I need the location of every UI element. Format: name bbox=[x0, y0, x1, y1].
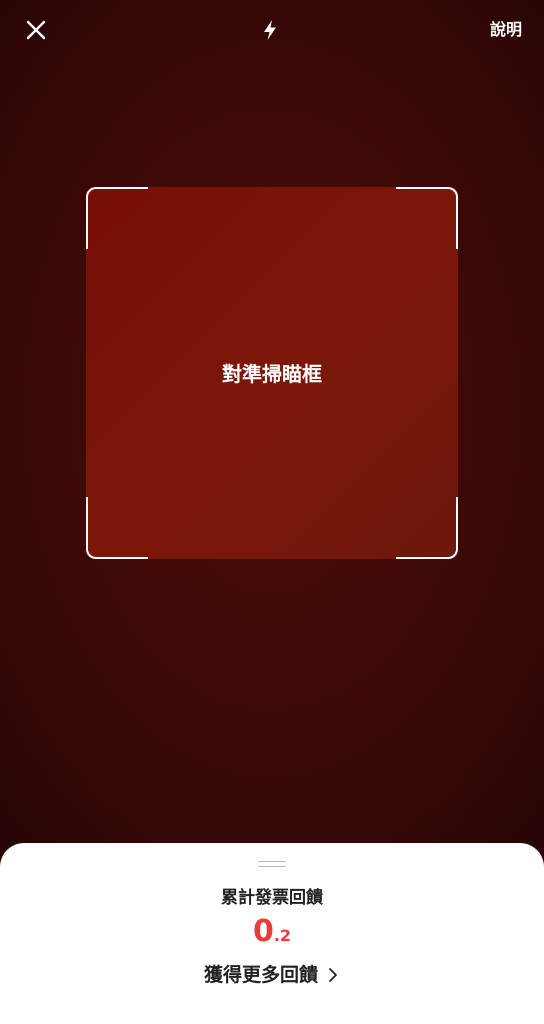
chevron-right-icon bbox=[326, 967, 340, 983]
scan-frame: 對準掃瞄框 bbox=[86, 187, 458, 559]
rewards-amount-decimal: .2 bbox=[273, 926, 292, 945]
scan-frame-corner-bottom-left bbox=[86, 497, 148, 559]
scan-frame-corner-top-left bbox=[86, 187, 148, 249]
rewards-title: 累計發票回饋 bbox=[221, 888, 323, 908]
help-button[interactable]: 說明 bbox=[490, 18, 522, 42]
drag-handle[interactable] bbox=[258, 861, 286, 867]
rewards-bottom-sheet[interactable]: 累計發票回饋 0.2 獲得更多回饋 bbox=[0, 843, 544, 1024]
scan-frame-corner-top-right bbox=[396, 187, 458, 249]
close-button[interactable] bbox=[20, 14, 52, 46]
close-icon bbox=[26, 20, 46, 40]
get-more-rewards-link[interactable]: 獲得更多回饋 bbox=[0, 961, 544, 989]
get-more-rewards-label: 獲得更多回饋 bbox=[203, 964, 318, 986]
flash-icon bbox=[264, 20, 276, 40]
rewards-amount-integer: 0 bbox=[252, 914, 274, 949]
scan-hint-text: 對準掃瞄框 bbox=[222, 362, 322, 386]
rewards-amount: 0.2 bbox=[0, 912, 544, 956]
flash-toggle-button[interactable] bbox=[256, 14, 284, 46]
scan-frame-corner-bottom-right bbox=[396, 497, 458, 559]
top-bar: 說明 bbox=[0, 0, 544, 60]
